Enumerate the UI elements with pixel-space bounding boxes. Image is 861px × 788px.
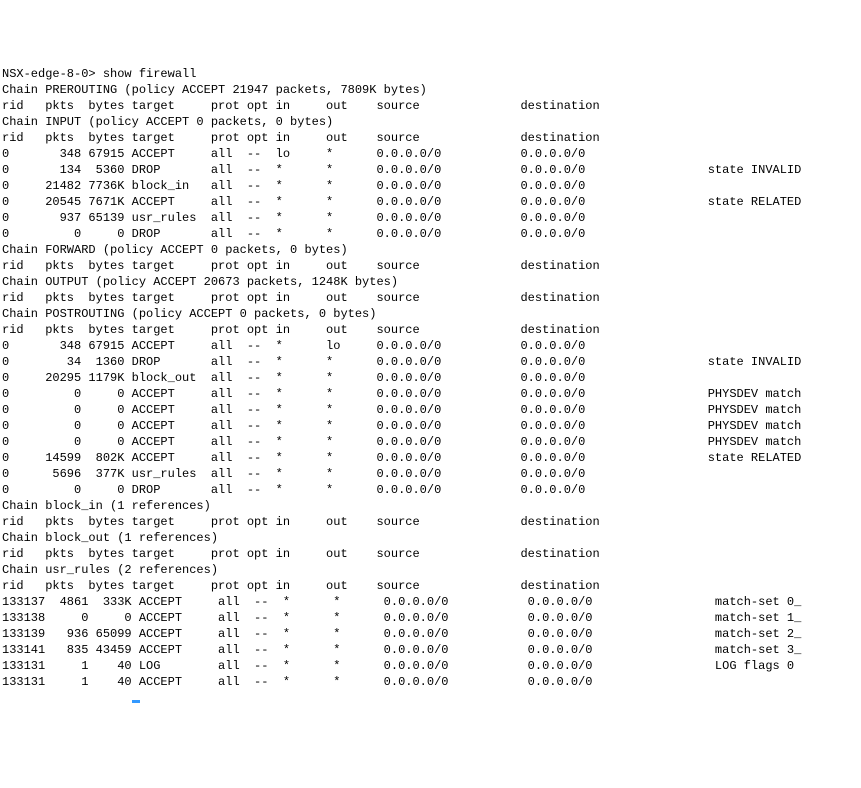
terminal-line: rid pkts bytes target prot opt in out so… — [2, 514, 859, 530]
terminal-line: rid pkts bytes target prot opt in out so… — [2, 130, 859, 146]
terminal-line: Chain PREROUTING (policy ACCEPT 21947 pa… — [2, 82, 859, 98]
terminal-line: Chain FORWARD (policy ACCEPT 0 packets, … — [2, 242, 859, 258]
terminal-line: 133139 936 65099 ACCEPT all -- * * 0.0.0… — [2, 626, 859, 642]
terminal-line: 0 0 0 ACCEPT all -- * * 0.0.0.0/0 0.0.0.… — [2, 418, 859, 434]
terminal-line: 0 5696 377K usr_rules all -- * * 0.0.0.0… — [2, 466, 859, 482]
terminal-line: rid pkts bytes target prot opt in out so… — [2, 258, 859, 274]
terminal-line: Chain block_out (1 references) — [2, 530, 859, 546]
terminal-line: 133141 835 43459 ACCEPT all -- * * 0.0.0… — [2, 642, 859, 658]
terminal-line: 0 348 67915 ACCEPT all -- * lo 0.0.0.0/0… — [2, 338, 859, 354]
terminal-line: Chain POSTROUTING (policy ACCEPT 0 packe… — [2, 306, 859, 322]
cursor — [132, 700, 140, 703]
terminal-line: 0 34 1360 DROP all -- * * 0.0.0.0/0 0.0.… — [2, 354, 859, 370]
terminal-line: 0 0 0 ACCEPT all -- * * 0.0.0.0/0 0.0.0.… — [2, 386, 859, 402]
terminal-line: 133137 4861 333K ACCEPT all -- * * 0.0.0… — [2, 594, 859, 610]
terminal-line: NSX-edge-8-0> show firewall — [2, 66, 859, 82]
terminal-line: rid pkts bytes target prot opt in out so… — [2, 322, 859, 338]
terminal-line: 0 21482 7736K block_in all -- * * 0.0.0.… — [2, 178, 859, 194]
terminal-line: 0 0 0 ACCEPT all -- * * 0.0.0.0/0 0.0.0.… — [2, 434, 859, 450]
cursor-line — [2, 690, 859, 706]
terminal-line: rid pkts bytes target prot opt in out so… — [2, 578, 859, 594]
terminal-line: 0 0 0 DROP all -- * * 0.0.0.0/0 0.0.0.0/… — [2, 482, 859, 498]
terminal-line: 0 134 5360 DROP all -- * * 0.0.0.0/0 0.0… — [2, 162, 859, 178]
terminal-line: rid pkts bytes target prot opt in out so… — [2, 546, 859, 562]
terminal-line: 133131 1 40 ACCEPT all -- * * 0.0.0.0/0 … — [2, 674, 859, 690]
terminal-line: rid pkts bytes target prot opt in out so… — [2, 290, 859, 306]
terminal-line: Chain usr_rules (2 references) — [2, 562, 859, 578]
terminal-line: 0 0 0 DROP all -- * * 0.0.0.0/0 0.0.0.0/… — [2, 226, 859, 242]
terminal-line: 133138 0 0 ACCEPT all -- * * 0.0.0.0/0 0… — [2, 610, 859, 626]
terminal-line: Chain OUTPUT (policy ACCEPT 20673 packet… — [2, 274, 859, 290]
terminal-line: 0 0 0 ACCEPT all -- * * 0.0.0.0/0 0.0.0.… — [2, 402, 859, 418]
terminal-line: Chain block_in (1 references) — [2, 498, 859, 514]
terminal-line: rid pkts bytes target prot opt in out so… — [2, 98, 859, 114]
terminal-line: 0 20545 7671K ACCEPT all -- * * 0.0.0.0/… — [2, 194, 859, 210]
terminal-output[interactable]: NSX-edge-8-0> show firewallChain PREROUT… — [2, 66, 859, 706]
terminal-line: Chain INPUT (policy ACCEPT 0 packets, 0 … — [2, 114, 859, 130]
terminal-line: 0 20295 1179K block_out all -- * * 0.0.0… — [2, 370, 859, 386]
terminal-line: 133131 1 40 LOG all -- * * 0.0.0.0/0 0.0… — [2, 658, 859, 674]
terminal-line: 0 14599 802K ACCEPT all -- * * 0.0.0.0/0… — [2, 450, 859, 466]
terminal-line: 0 937 65139 usr_rules all -- * * 0.0.0.0… — [2, 210, 859, 226]
terminal-line: 0 348 67915 ACCEPT all -- lo * 0.0.0.0/0… — [2, 146, 859, 162]
